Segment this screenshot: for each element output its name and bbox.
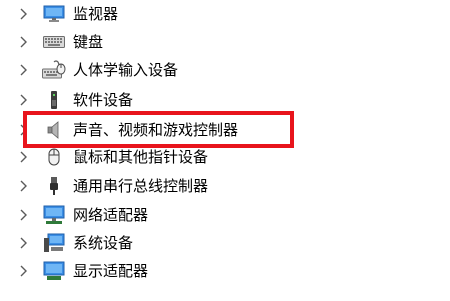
chevron-right-icon[interactable] (19, 180, 29, 192)
tree-item-label: 软件设备 (73, 91, 134, 109)
tree-item-label: 监视器 (73, 5, 119, 23)
hid-icon (42, 59, 66, 81)
chevron-right-icon[interactable] (19, 209, 29, 221)
tree-item-monitors[interactable]: 监视器 (0, 0, 450, 28)
tree-item-label: 通用串行总线控制器 (73, 177, 209, 195)
display-adapter-icon (42, 260, 66, 282)
tree-item-system-devices[interactable]: 系统设备 (0, 229, 450, 257)
tree-item-label: 人体学输入设备 (73, 61, 179, 79)
mouse-icon (42, 146, 66, 168)
tree-item-label: 系统设备 (73, 234, 134, 252)
speaker-icon (42, 119, 66, 141)
network-adapter-icon (42, 204, 66, 226)
chevron-right-icon[interactable] (19, 265, 29, 277)
software-device-icon (42, 89, 66, 111)
chevron-right-icon[interactable] (19, 237, 29, 249)
tree-item-keyboards[interactable]: 键盘 (0, 28, 450, 56)
chevron-right-icon[interactable] (19, 124, 29, 136)
chevron-right-icon[interactable] (19, 36, 29, 48)
device-manager-tree: 监视器 键盘 人体学输入设备 软件设备 声音、视频和游戏控制器 鼠标和其他指针设… (0, 0, 450, 301)
tree-item-label: 声音、视频和游戏控制器 (73, 121, 239, 139)
tree-item-software-devices[interactable]: 软件设备 (0, 86, 450, 114)
tree-item-display-adapters[interactable]: 显示适配器 (0, 257, 450, 285)
tree-item-hid[interactable]: 人体学输入设备 (0, 56, 450, 84)
chevron-right-icon[interactable] (19, 64, 29, 76)
tree-item-label: 键盘 (73, 33, 104, 51)
tree-item-mice[interactable]: 鼠标和其他指针设备 (0, 143, 450, 171)
chevron-right-icon[interactable] (19, 94, 29, 106)
tree-item-sound-video-game-controllers[interactable]: 声音、视频和游戏控制器 (0, 116, 450, 144)
chevron-right-icon[interactable] (19, 8, 29, 20)
usb-icon (42, 175, 66, 197)
system-device-icon (42, 232, 66, 254)
tree-item-usb-controllers[interactable]: 通用串行总线控制器 (0, 172, 450, 200)
keyboard-icon (42, 31, 66, 53)
monitor-icon (42, 3, 66, 25)
tree-item-label: 网络适配器 (73, 206, 149, 224)
tree-item-network-adapters[interactable]: 网络适配器 (0, 201, 450, 229)
tree-item-label: 鼠标和其他指针设备 (73, 148, 209, 166)
chevron-right-icon[interactable] (19, 151, 29, 163)
tree-item-label: 显示适配器 (73, 262, 149, 280)
